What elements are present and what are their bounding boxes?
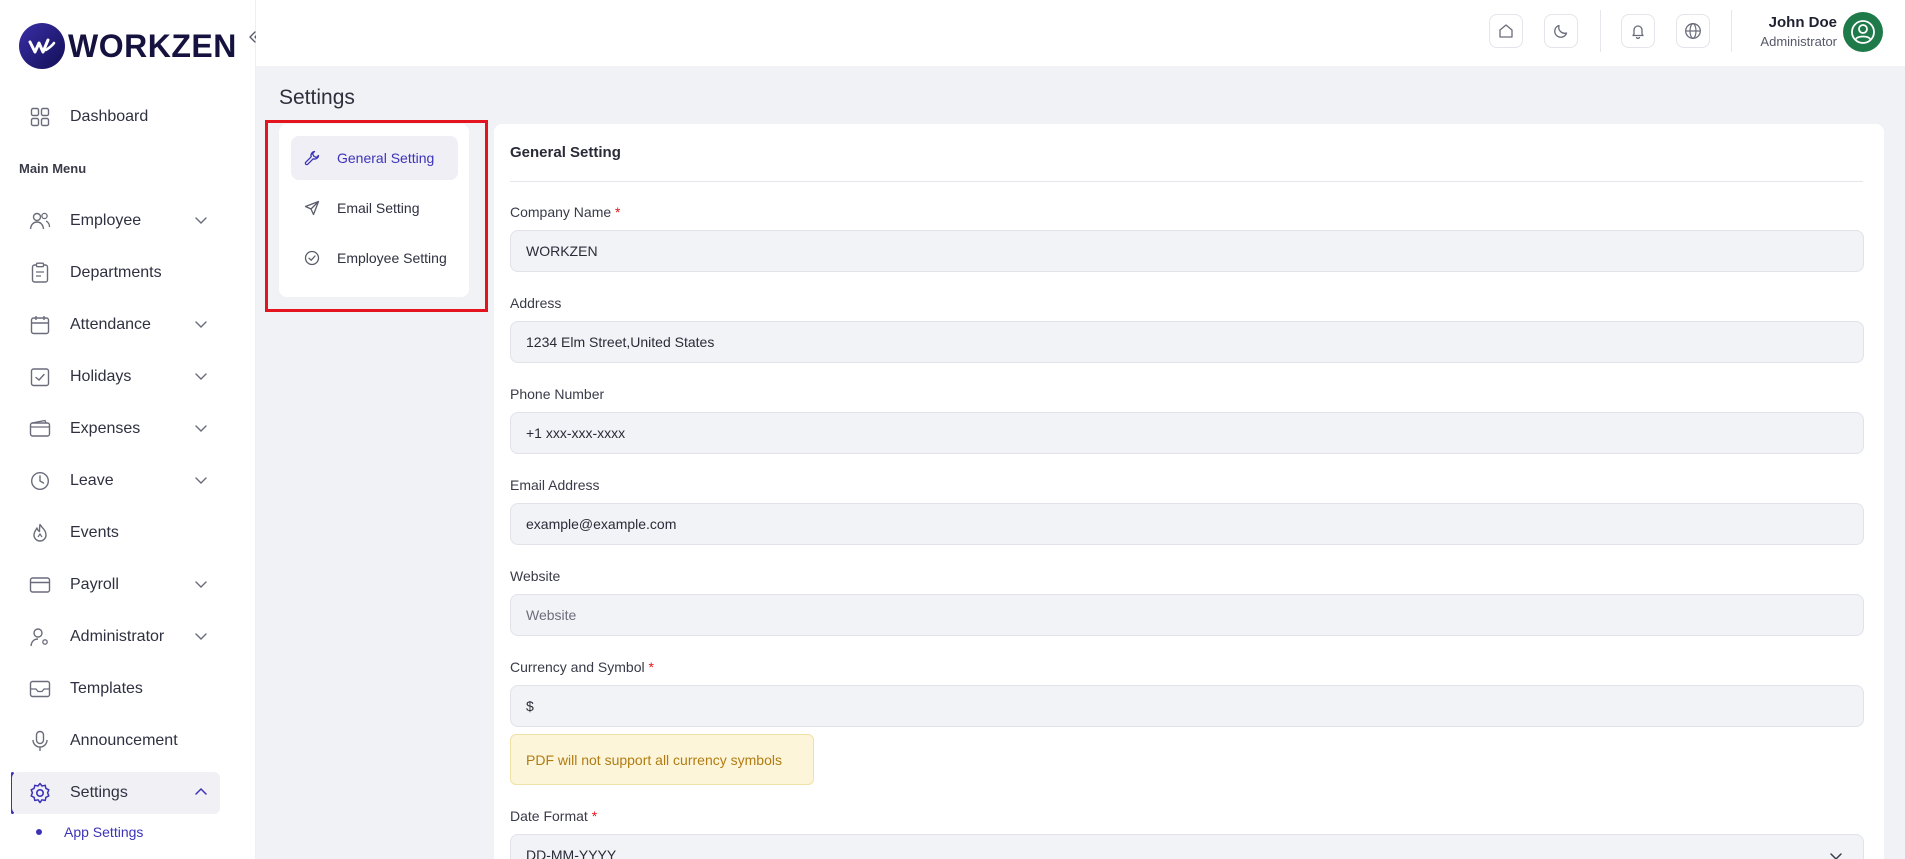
form-heading: General Setting (510, 144, 621, 161)
sidebar-item-expenses[interactable]: Expenses (12, 408, 220, 450)
phone-number-label: Phone Number (510, 386, 605, 402)
sidebar-item-label: Payroll (70, 576, 119, 593)
brand-logo[interactable]: WORKZEN (19, 23, 237, 69)
divider (1600, 10, 1601, 52)
address-input[interactable] (510, 321, 1864, 363)
sidebar-item-label: Administrator (70, 628, 165, 645)
sidebar-item-label: Holidays (70, 368, 132, 385)
divider (510, 181, 1863, 182)
divider (1731, 10, 1732, 52)
sidebar-item-leave[interactable]: Leave (12, 460, 220, 502)
chevron-down-icon (1830, 853, 1842, 859)
sidebar-item-label: Templates (70, 680, 143, 697)
sidebar-item-label: Attendance (70, 316, 151, 333)
company-name-label: Company Name * (510, 204, 621, 220)
required-marker: * (615, 204, 621, 220)
globe-icon (1685, 23, 1701, 39)
page-title: Settings (279, 86, 355, 109)
sidebar-item-attendance[interactable]: Attendance (12, 304, 220, 346)
calendar-check-icon (28, 365, 52, 389)
users-icon (28, 209, 52, 233)
sidebar-item-settings[interactable]: Settings (12, 772, 220, 814)
sidebar-item-employee[interactable]: Employee (12, 200, 220, 242)
general-setting-form: General Setting Company Name * Address P… (494, 124, 1884, 859)
sidebar-item-label: Expenses (70, 420, 141, 437)
avatar[interactable] (1843, 12, 1883, 52)
clipboard-icon (28, 261, 52, 285)
workzen-logo-icon (19, 23, 65, 69)
sidebar-item-dashboard[interactable]: Dashboard (12, 96, 220, 138)
sidebar-item-payroll[interactable]: Payroll (12, 564, 220, 606)
sidebar-item-holidays[interactable]: Holidays (12, 356, 220, 398)
chevron-down-icon (195, 581, 207, 588)
gear-icon (28, 781, 52, 805)
email-address-input[interactable] (510, 503, 1864, 545)
highlight-box (265, 120, 488, 312)
sidebar-item-administrator[interactable]: Administrator (12, 616, 220, 658)
brand-name: WORKZEN (68, 27, 237, 64)
bell-icon (1632, 25, 1644, 39)
currency-label: Currency and Symbol * (510, 659, 654, 675)
moon-icon (1554, 24, 1568, 38)
date-format-label: Date Format * (510, 808, 598, 824)
main-menu-label: Main Menu (19, 161, 87, 176)
company-name-input[interactable] (510, 230, 1864, 272)
calendar-icon (28, 313, 52, 337)
top-bar: John Doe Administrator (256, 0, 1905, 66)
currency-notice: PDF will not support all currency symbol… (510, 734, 814, 785)
chevron-down-icon (195, 373, 207, 380)
microphone-icon (28, 729, 52, 753)
date-format-value: DD-MM-YYYY (526, 847, 617, 859)
sidebar-item-label: Dashboard (70, 108, 149, 125)
credit-card-icon (28, 573, 52, 597)
language-button[interactable] (1676, 14, 1710, 48)
sidebar-item-announcement[interactable]: Announcement (12, 720, 220, 762)
chevron-down-icon (195, 321, 207, 328)
sidebar: WORKZEN Dashboard Main Menu Employee Dep… (0, 0, 261, 859)
sidebar-item-label: Announcement (70, 732, 178, 749)
chevron-down-icon (195, 633, 207, 640)
user-name: John Doe (1768, 14, 1837, 31)
required-marker: * (591, 808, 598, 824)
wallet-icon (28, 417, 52, 441)
user-gear-icon (28, 625, 52, 649)
sidebar-item-label: Departments (70, 264, 162, 281)
chevron-up-icon (195, 787, 207, 795)
clock-icon (28, 469, 52, 493)
currency-input[interactable] (510, 685, 1864, 727)
user-role: Administrator (1760, 34, 1837, 49)
date-format-select[interactable]: DD-MM-YYYY (510, 834, 1864, 859)
website-label: Website (510, 568, 561, 584)
chevron-down-icon (195, 477, 207, 484)
bullet-dot-icon (36, 829, 42, 835)
website-input[interactable] (510, 594, 1864, 636)
sidebar-item-events[interactable]: Events (12, 512, 220, 554)
sidebar-subitem-app-settings[interactable]: App Settings (36, 824, 143, 840)
sidebar-item-departments[interactable]: Departments (12, 252, 220, 294)
chevron-down-icon (195, 425, 207, 432)
address-label: Address (510, 295, 562, 311)
home-icon (1499, 24, 1513, 38)
mail-template-icon (28, 677, 52, 701)
theme-toggle-button[interactable] (1544, 14, 1578, 48)
sidebar-item-label: Settings (70, 784, 128, 801)
sidebar-item-label: Leave (70, 472, 114, 489)
required-marker: * (648, 659, 654, 675)
flame-icon (28, 521, 52, 545)
chevron-down-icon (195, 217, 207, 224)
sidebar-item-label: Events (70, 524, 119, 541)
dashboard-grid-icon (28, 105, 52, 129)
notifications-button[interactable] (1621, 14, 1655, 48)
home-button[interactable] (1489, 14, 1523, 48)
user-avatar-icon (1851, 20, 1875, 44)
email-address-label: Email Address (510, 477, 600, 493)
sidebar-item-templates[interactable]: Templates (12, 668, 220, 710)
subitem-label: App Settings (64, 824, 144, 840)
phone-number-input[interactable] (510, 412, 1864, 454)
sidebar-item-label: Employee (70, 212, 142, 229)
